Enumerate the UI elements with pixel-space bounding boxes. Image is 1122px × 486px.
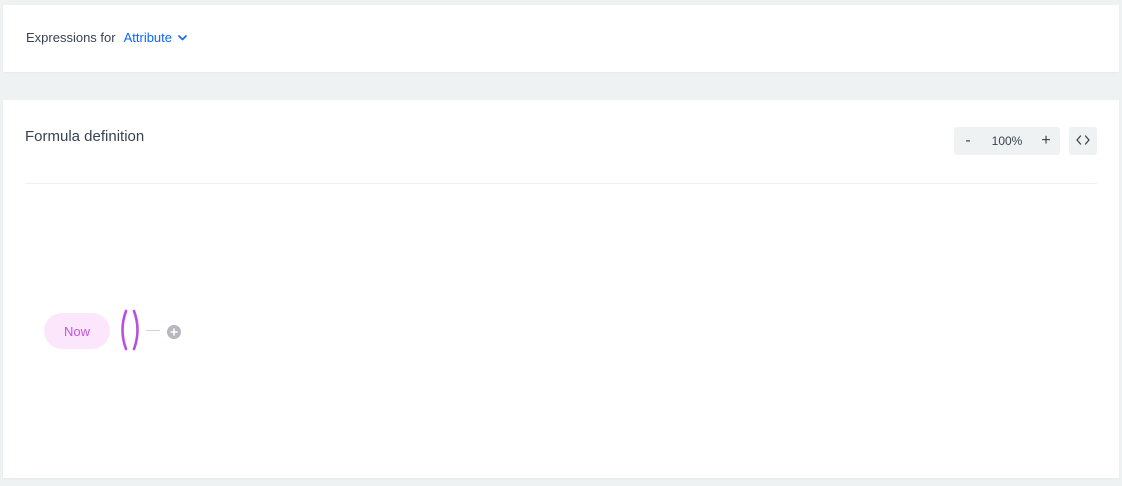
- chevron-down-icon[interactable]: [177, 33, 187, 43]
- zoom-in-button[interactable]: +: [1032, 127, 1060, 155]
- zoom-level: 100%: [991, 134, 1023, 148]
- code-view-button[interactable]: [1069, 127, 1097, 155]
- formula-definition-card: Formula definition - 100% + Now: [3, 100, 1119, 478]
- function-parentheses: [117, 308, 143, 352]
- formula-definition-title: Formula definition: [25, 128, 145, 145]
- code-icon: [1076, 132, 1090, 150]
- function-node-label: Now: [63, 323, 90, 339]
- expressions-header-card: Expressions for Attribute: [3, 5, 1119, 72]
- zoom-out-button[interactable]: -: [954, 127, 982, 155]
- expressions-for-row: Expressions for Attribute: [26, 30, 187, 45]
- plus-icon: +: [1041, 132, 1051, 149]
- minus-icon: -: [965, 132, 971, 149]
- node-connector-line: [146, 330, 160, 331]
- function-node-now[interactable]: Now: [44, 313, 110, 349]
- plus-circle-icon: [170, 323, 178, 341]
- expressions-for-label: Expressions for: [26, 30, 116, 45]
- add-node-button[interactable]: [167, 325, 181, 339]
- expression-type-dropdown[interactable]: Attribute: [124, 30, 187, 45]
- section-divider: [25, 183, 1097, 184]
- expression-type-selected[interactable]: Attribute: [124, 30, 172, 45]
- zoom-controls: - 100% +: [954, 127, 1060, 155]
